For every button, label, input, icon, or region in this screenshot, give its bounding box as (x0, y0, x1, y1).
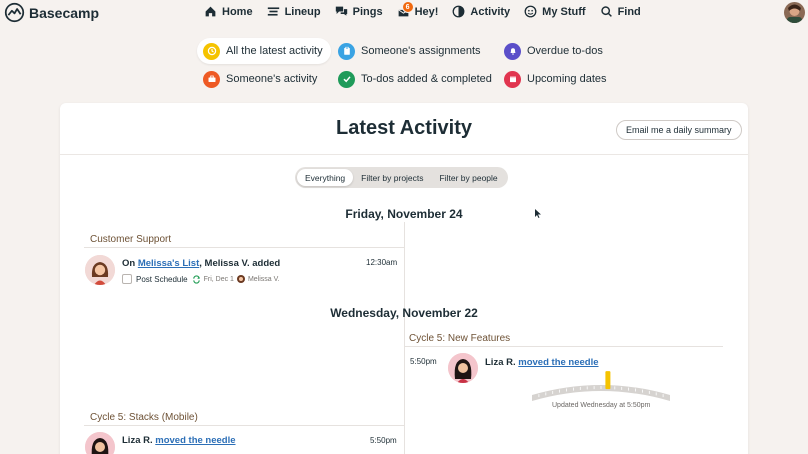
nav-hey[interactable]: 6 Hey! (397, 1, 439, 18)
lineup-icon (267, 7, 279, 16)
activity-prefix: On (122, 258, 138, 269)
nav-pings[interactable]: Pings (335, 5, 383, 18)
briefcase-icon (203, 70, 220, 88)
home-icon (205, 6, 216, 17)
brand-name: Basecamp (29, 4, 100, 21)
nav-lineup-label: Lineup (284, 5, 321, 18)
activity-suffix: , Melissa V. added (199, 258, 281, 269)
shortcut-upcoming-dates-label: Upcoming dates (527, 73, 607, 85)
filter-everything[interactable]: Everything (297, 169, 354, 186)
hill-caption: Updated Wednesday at 5:50pm (552, 402, 651, 409)
filter-segmented-control: Everything Filter by projects Filter by … (295, 167, 508, 188)
top-navigation: Basecamp Home Lineup Pings 6 Hey! Activi… (0, 0, 808, 26)
hey-badge: 6 (401, 1, 414, 13)
project-divider (84, 247, 404, 248)
todo-checkbox[interactable] (122, 274, 132, 284)
mouse-cursor-icon (535, 209, 541, 218)
todo-assignee: Melissa V. (247, 275, 280, 283)
nav-home-label: Home (222, 5, 253, 18)
assignee-avatar-icon (236, 275, 245, 283)
nav-find-label: Find (617, 5, 641, 18)
nav-hey-label: Hey! (414, 5, 439, 18)
activity-time: 5:50pm (370, 436, 397, 445)
shortcut-overdue-todos[interactable]: Overdue to-dos (498, 38, 611, 64)
activity-title: On Melissa's List, Melissa V. added (122, 258, 280, 269)
liza-avatar-image (448, 353, 478, 383)
activity-person: Liza R. (485, 357, 516, 368)
project-name[interactable]: Cycle 5: New Features (409, 333, 510, 344)
activity-shortcuts: All the latest activity Someone's activi… (197, 37, 627, 93)
nav-home[interactable]: Home (204, 5, 253, 18)
shortcut-todos-added-completed-label: To-dos added & completed (361, 73, 492, 85)
nav-activity-label: Activity (470, 5, 511, 18)
activity-time: 12:30am (366, 258, 398, 267)
shortcut-someones-assignments-label: Someone's assignments (361, 45, 481, 57)
liza-avatar-image (85, 432, 115, 454)
avatar[interactable] (448, 353, 478, 383)
day-heading-friday: Friday, November 24 (345, 207, 463, 221)
search-icon (600, 6, 612, 17)
nav-lineup[interactable]: Lineup (267, 5, 321, 18)
latest-activity-card: Latest Activity Email me a daily summary… (60, 103, 748, 454)
shortcut-upcoming-dates[interactable]: Upcoming dates (498, 66, 615, 92)
clock-icon (203, 42, 220, 60)
todo-meta: Fri, Dec 1 Melissa V. (192, 274, 280, 284)
timeline-divider (404, 222, 405, 454)
activity-title: Liza R. moved the needle (485, 357, 599, 368)
nav-my-stuff[interactable]: My Stuff (524, 5, 586, 18)
email-daily-summary-button[interactable]: Email me a daily summary (616, 120, 742, 140)
shortcut-someones-assignments[interactable]: Someone's assignments (332, 38, 489, 64)
project-name[interactable]: Cycle 5: Stacks (Mobile) (90, 412, 198, 423)
todo-title[interactable]: Post Schedule (136, 275, 188, 284)
my-stuff-icon (524, 5, 537, 18)
shortcut-all-latest[interactable]: All the latest activity (197, 38, 331, 64)
activity-title: Liza R. moved the needle (122, 435, 236, 446)
filter-by-projects[interactable]: Filter by projects (353, 169, 431, 186)
list-link[interactable]: Melissa's List (138, 258, 199, 269)
avatar[interactable] (85, 432, 115, 454)
project-divider (84, 425, 404, 426)
activity-icon (452, 5, 465, 18)
bell-icon (504, 42, 521, 60)
moved-needle-link[interactable]: moved the needle (155, 435, 235, 446)
day-heading-wednesday: Wednesday, November 22 (330, 306, 478, 320)
shortcut-someones-activity-label: Someone's activity (226, 73, 318, 85)
activity-person: Liza R. (122, 435, 153, 446)
checkmark-icon (338, 70, 355, 88)
nav-find[interactable]: Find (600, 5, 641, 18)
filter-by-people[interactable]: Filter by people (432, 169, 506, 186)
main-nav: Home Lineup Pings 6 Hey! Activity My Stu… (204, 1, 655, 18)
activity-time: 5:50pm (410, 357, 437, 366)
todo-item: Post Schedule Fri, Dec 1 Melissa V. (122, 274, 280, 284)
user-avatar[interactable] (784, 2, 805, 23)
shortcut-all-latest-label: All the latest activity (226, 45, 323, 57)
calendar-icon (504, 70, 521, 88)
todo-due-date: Fri, Dec 1 (203, 275, 234, 283)
basecamp-logo-icon (4, 2, 25, 23)
card-header: Latest Activity Email me a daily summary (60, 103, 748, 155)
shortcut-overdue-todos-label: Overdue to-dos (527, 45, 603, 57)
project-name[interactable]: Customer Support (90, 234, 171, 245)
nav-pings-label: Pings (352, 5, 383, 18)
nav-activity[interactable]: Activity (452, 5, 510, 18)
shortcut-someones-activity[interactable]: Someone's activity (197, 66, 325, 92)
project-divider (405, 346, 723, 347)
repeat-icon (192, 274, 200, 284)
clipboard-icon (338, 42, 355, 60)
hill-chart[interactable] (530, 371, 672, 403)
avatar[interactable] (85, 255, 115, 285)
user-avatar-image (784, 2, 805, 23)
nav-my-stuff-label: My Stuff (542, 5, 586, 18)
hill-needle (605, 371, 611, 390)
moved-needle-link[interactable]: moved the needle (518, 357, 598, 368)
shortcut-todos-added-completed[interactable]: To-dos added & completed (332, 66, 500, 92)
pings-icon (335, 6, 347, 16)
melissa-avatar-image (85, 255, 115, 285)
basecamp-logo[interactable]: Basecamp (4, 2, 99, 23)
